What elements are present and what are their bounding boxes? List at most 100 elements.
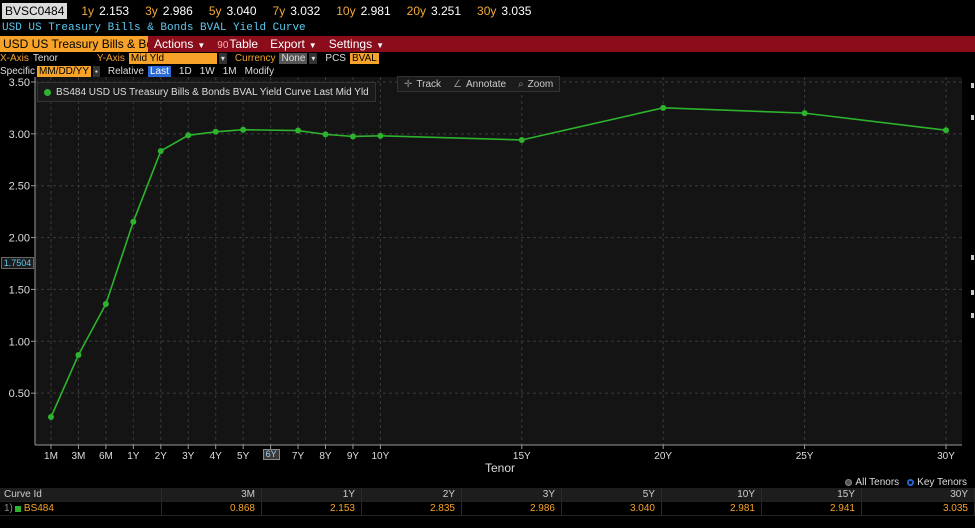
modify-button[interactable]: Modify bbox=[245, 66, 274, 77]
actions-menu[interactable]: Actions ▼ bbox=[148, 36, 211, 52]
y-axis-ticks: 0.50 1.00 1.50 2.00 2.50 3.00 3.50 bbox=[9, 77, 35, 400]
range-option-1w[interactable]: 1W bbox=[200, 66, 215, 77]
data-point[interactable] bbox=[48, 413, 54, 420]
data-point[interactable] bbox=[943, 127, 949, 134]
data-point[interactable] bbox=[240, 126, 247, 133]
settings-label: Settings bbox=[328, 37, 373, 51]
x-tick-label: 3Y bbox=[182, 451, 195, 462]
x-tick-label: 9Y bbox=[347, 451, 360, 462]
x-tick-label: 7Y bbox=[292, 451, 305, 462]
table-header-cell[interactable]: 2Y bbox=[362, 488, 462, 501]
table-header-cell[interactable]: Curve Id bbox=[0, 488, 162, 501]
range-option-1m[interactable]: 1M bbox=[223, 66, 237, 77]
actions-label: Actions bbox=[154, 37, 194, 51]
data-point[interactable] bbox=[349, 133, 356, 140]
data-point[interactable] bbox=[212, 128, 219, 135]
key-tenors-label: Key Tenors bbox=[917, 477, 967, 488]
yaxis-dropdown-icon[interactable]: ▾ bbox=[218, 53, 227, 64]
track-tool[interactable]: ✛ Track bbox=[398, 79, 447, 90]
ticker-key: 1y bbox=[81, 3, 95, 18]
yaxis-field[interactable]: Mid Yld bbox=[128, 53, 217, 64]
settings-menu[interactable]: Settings ▼ bbox=[323, 36, 390, 52]
table-header-cell[interactable]: 5Y bbox=[562, 488, 662, 501]
curve-name-field[interactable]: USD US Treasury Bills & Bc bbox=[0, 36, 148, 52]
pcs-field[interactable]: BVAL bbox=[349, 53, 379, 64]
table-header-cell[interactable]: 3M bbox=[162, 488, 262, 501]
table-cell: 2.835 bbox=[362, 502, 462, 515]
x-tick-label: 6M bbox=[99, 451, 113, 462]
x-tick-label: 5Y bbox=[237, 451, 250, 462]
table-label: Table bbox=[229, 37, 259, 51]
zoom-label: Zoom bbox=[527, 78, 554, 90]
data-point[interactable] bbox=[185, 132, 192, 139]
plot-area bbox=[35, 77, 962, 445]
ticker-item: 30y 3.035 bbox=[477, 4, 531, 18]
key-tenors-option[interactable]: Key Tenors bbox=[907, 477, 967, 488]
chevron-down-icon: ▼ bbox=[308, 41, 317, 50]
table-header-cell[interactable]: 30Y bbox=[862, 488, 975, 501]
chevron-down-icon: ▼ bbox=[376, 41, 384, 50]
range-option-last[interactable]: Last bbox=[148, 65, 171, 77]
ticker-item: 7y 3.032 bbox=[273, 4, 321, 18]
legend-dot-icon bbox=[44, 88, 51, 96]
ticker-bar: BVSC0484 1y 2.153 3y 2.986 5y 3.040 7y 3.032 10y… bbox=[0, 0, 975, 21]
ticker-value: 3.032 bbox=[290, 3, 321, 18]
export-menu[interactable]: Export ▼ bbox=[264, 36, 323, 52]
table-row[interactable]: 1) BS484 0.868 2.153 2.835 2.986 3.040 2.… bbox=[0, 502, 975, 516]
table-cell-curve-id[interactable]: 1) BS484 bbox=[0, 502, 162, 515]
legend-label: BS484 USD US Treasury Bills & Bonds BVAL… bbox=[56, 86, 369, 98]
scroll-markers[interactable] bbox=[970, 75, 975, 485]
specific-label: Specific bbox=[0, 65, 36, 77]
export-label: Export bbox=[270, 37, 305, 51]
table-button[interactable]: 90Table bbox=[211, 36, 264, 52]
y-tick-label: 0.50 bbox=[9, 388, 30, 400]
table-header-cell[interactable]: 15Y bbox=[762, 488, 862, 501]
table-header-cell[interactable]: 3Y bbox=[462, 488, 562, 501]
x-tick-label: 15Y bbox=[513, 451, 531, 462]
table-cell: 3.035 bbox=[862, 502, 975, 515]
chevron-down-icon: ▼ bbox=[197, 41, 206, 50]
data-point[interactable] bbox=[801, 110, 808, 117]
data-point[interactable] bbox=[295, 127, 302, 134]
tenor-toggle: All Tenors Key Tenors bbox=[837, 477, 967, 488]
x-tick-label: 1M bbox=[44, 451, 58, 462]
xaxis-label: X-Axis bbox=[0, 53, 29, 64]
yield-curve-chart[interactable]: 0.50 1.00 1.50 2.00 2.50 3.00 3.50 1M 3M 6M 1Y 2Y 3… bbox=[0, 77, 975, 487]
all-tenors-option[interactable]: All Tenors bbox=[845, 477, 899, 488]
ticker-key: 10y bbox=[336, 3, 356, 18]
x-axis-ticks: 1M 3M 6M 1Y 2Y 3Y 4Y 5Y 7Y 8Y 9Y 10Y 15Y 20Y 25Y 30Y bbox=[44, 445, 955, 462]
table-header-cell[interactable]: 1Y bbox=[262, 488, 362, 501]
data-point[interactable] bbox=[75, 351, 82, 358]
ticker-items: 1y 2.153 3y 2.986 5y 3.040 7y 3.032 10y 2.981 20y 3… bbox=[81, 4, 547, 18]
data-point[interactable] bbox=[102, 300, 109, 307]
table-cell: 0.868 bbox=[162, 502, 262, 515]
annotate-tool[interactable]: ∠ Annotate bbox=[447, 79, 512, 90]
currency-field[interactable]: None bbox=[279, 53, 308, 64]
table-cell: 2.153 bbox=[262, 502, 362, 515]
track-label: Track bbox=[416, 78, 442, 90]
row-number: 1) bbox=[4, 502, 13, 514]
data-point[interactable] bbox=[518, 136, 525, 143]
ticker-value: 3.040 bbox=[226, 3, 257, 18]
chart-legend[interactable]: BS484 USD US Treasury Bills & Bonds BVAL… bbox=[37, 82, 376, 102]
data-point[interactable] bbox=[130, 218, 137, 225]
data-point[interactable] bbox=[660, 104, 667, 111]
ticker-key: 20y bbox=[406, 3, 426, 18]
security-code[interactable]: BVSC0484 bbox=[2, 2, 68, 19]
pencil-icon: ∠ bbox=[453, 78, 462, 90]
yaxis-label: Y-Axis bbox=[96, 53, 125, 64]
xaxis-value[interactable]: Tenor bbox=[33, 53, 89, 64]
data-point[interactable] bbox=[322, 131, 329, 138]
curve-id-value: BS484 bbox=[23, 502, 54, 514]
calendar-icon[interactable]: ▪ bbox=[93, 65, 100, 77]
range-option-1d[interactable]: 1D bbox=[179, 66, 192, 77]
table-number: 90 bbox=[217, 40, 229, 51]
radio-selected-icon bbox=[907, 479, 915, 486]
currency-dropdown-icon[interactable]: ▾ bbox=[309, 53, 318, 64]
table-header-cell[interactable]: 10Y bbox=[662, 488, 762, 501]
zoom-tool[interactable]: ⌕ Zoom bbox=[512, 79, 559, 90]
data-point[interactable] bbox=[157, 147, 164, 154]
ticker-key: 3y bbox=[145, 3, 158, 18]
data-point[interactable] bbox=[377, 132, 384, 139]
date-field[interactable]: MM/DD/YY bbox=[37, 65, 92, 77]
